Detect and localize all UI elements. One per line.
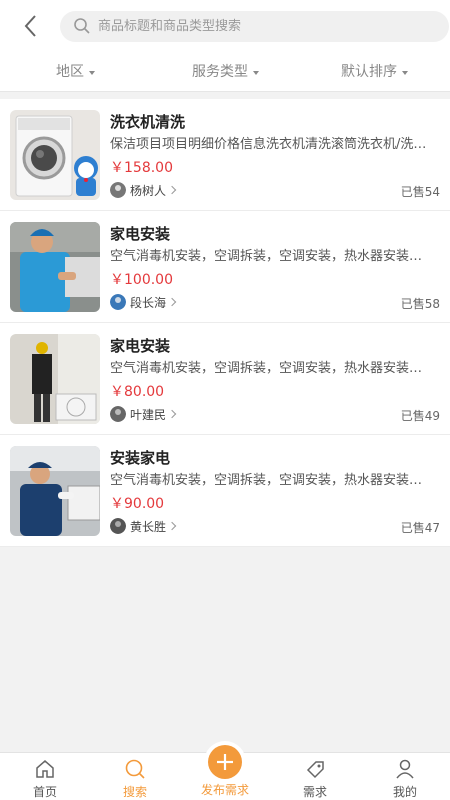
plus-icon [217,754,233,770]
appliance-install-image [10,446,100,536]
item-price: ￥100.00 [110,272,173,288]
item-price: ￥80.00 [110,384,165,400]
tab-demand-label: 需求 [302,785,327,799]
chevron-right-icon [167,185,177,195]
seller-link[interactable]: 黄长胜 [110,517,177,535]
filter-region-label: 地区 [56,64,84,80]
tab-search-label: 搜索 [122,785,147,799]
tab-home-label: 首页 [32,785,57,799]
caret-down-icon [89,70,95,75]
list-item[interactable]: 洗衣机清洗 保洁项目项目明细价格信息洗衣机清洗滚筒洗衣机/洗… ￥158.00 … [0,99,450,211]
seller-name: 叶建民 [130,407,167,422]
chevron-right-icon [167,521,177,531]
back-arrow-icon[interactable] [18,12,46,40]
avatar [110,518,126,534]
item-title: 家电安装 [110,337,171,355]
search-bar[interactable] [60,11,449,42]
tab-search[interactable]: 搜索 [90,753,180,800]
seller-name: 杨树人 [130,183,167,198]
filter-sort-label: 默认排序 [341,64,397,80]
seller-link[interactable]: 段长海 [110,293,177,311]
user-icon [396,759,414,779]
search-icon [125,759,145,779]
seller-name: 段长海 [130,295,167,310]
filter-service-type[interactable]: 服务类型 [192,52,259,92]
avatar [110,294,126,310]
list-item[interactable]: 家电安装 空气消毒机安装，空调拆装，空调安装，热水器安装… ￥100.00 段长… [0,211,450,323]
filter-service-type-label: 服务类型 [192,64,248,80]
sold-count: 已售54 [400,185,440,199]
service-list: 洗衣机清洗 保洁项目项目明细价格信息洗衣机清洗滚筒洗衣机/洗… ￥158.00 … [0,99,450,547]
tab-mine[interactable]: 我的 [360,753,450,800]
appliance-install-image [10,222,100,312]
search-input[interactable] [98,11,438,42]
item-price: ￥158.00 [110,160,173,176]
chevron-right-icon [167,297,177,307]
item-title: 洗衣机清洗 [110,113,186,131]
publish-button[interactable] [208,745,242,779]
search-icon [74,18,90,34]
filter-bar: 地区 服务类型 默认排序 [0,52,450,92]
sold-count: 已售49 [400,409,440,423]
tab-home[interactable]: 首页 [0,753,90,800]
list-item[interactable]: 安装家电 空气消毒机安装，空调拆装，空调安装，热水器安装… ￥90.00 黄长胜… [0,435,450,547]
avatar [110,406,126,422]
caret-down-icon [253,70,259,75]
publish-label[interactable]: 发布需求 [180,781,270,798]
list-item[interactable]: 家电安装 空气消毒机安装，空调拆装，空调安装，热水器安装… ￥80.00 叶建民… [0,323,450,435]
home-icon [36,760,54,778]
item-description: 空气消毒机安装，空调拆装，空调安装，热水器安装… [110,249,423,264]
sold-count: 已售58 [400,297,440,311]
item-title: 安装家电 [110,449,171,467]
item-description: 空气消毒机安装，空调拆装，空调安装，热水器安装… [110,361,423,376]
item-price: ￥90.00 [110,496,165,512]
filter-sort[interactable]: 默认排序 [341,52,408,92]
chevron-right-icon [167,409,177,419]
washing-machine-image [10,110,100,200]
item-title: 家电安装 [110,225,171,243]
seller-link[interactable]: 叶建民 [110,405,177,423]
seller-link[interactable]: 杨树人 [110,181,177,199]
avatar [110,182,126,198]
seller-name: 黄长胜 [130,519,167,534]
sold-count: 已售47 [400,521,440,535]
top-bar [0,0,450,52]
filter-region[interactable]: 地区 [56,52,95,92]
tag-icon [306,761,324,779]
tab-mine-label: 我的 [392,785,417,799]
tab-demand[interactable]: 需求 [270,753,360,800]
appliance-install-image [10,334,100,424]
item-description: 空气消毒机安装，空调拆装，空调安装，热水器安装… [110,473,423,488]
item-description: 保洁项目项目明细价格信息洗衣机清洗滚筒洗衣机/洗… [110,137,427,152]
caret-down-icon [402,70,408,75]
